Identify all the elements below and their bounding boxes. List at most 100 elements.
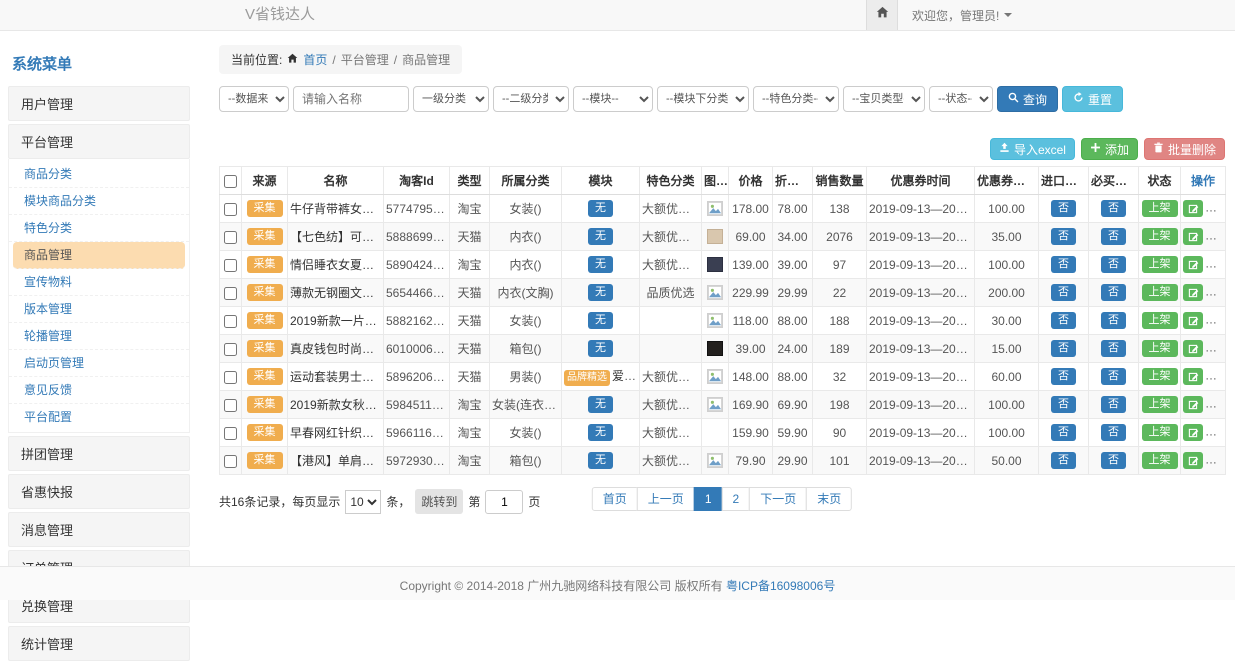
filter-item-type-select[interactable]: --宝贝类型-- (843, 86, 925, 112)
status-toggle[interactable]: 上架 (1142, 424, 1178, 441)
home-button[interactable] (866, 0, 898, 30)
import-choice-toggle[interactable]: 否 (1051, 200, 1076, 217)
must-buy-toggle[interactable]: 否 (1101, 284, 1126, 301)
status-toggle[interactable]: 上架 (1142, 284, 1178, 301)
status-toggle[interactable]: 上架 (1142, 368, 1178, 385)
import-choice-toggle[interactable]: 否 (1051, 396, 1076, 413)
edit-button[interactable] (1183, 424, 1203, 441)
row-checkbox[interactable] (224, 231, 237, 244)
row-checkbox[interactable] (224, 343, 237, 356)
row-checkbox[interactable] (224, 259, 237, 272)
import-choice-toggle[interactable]: 否 (1051, 312, 1076, 329)
status-toggle[interactable]: 上架 (1142, 396, 1178, 413)
sidebar-item-7[interactable]: 统计管理 (8, 626, 190, 661)
sidebar-item-2[interactable]: 拼团管理 (8, 436, 190, 471)
submenu-item-7[interactable]: 启动页管理 (9, 350, 189, 377)
filter-level1-select[interactable]: 一级分类 (413, 86, 489, 112)
row-checkbox[interactable] (224, 371, 237, 384)
import-choice-toggle[interactable]: 否 (1051, 452, 1076, 469)
sidebar-item-0[interactable]: 用户管理 (8, 86, 190, 121)
edit-button[interactable] (1183, 368, 1203, 385)
module-none-badge[interactable]: 无 (588, 312, 613, 329)
import-choice-toggle[interactable]: 否 (1051, 368, 1076, 385)
pager-item-5[interactable]: 末页 (806, 487, 852, 511)
import-choice-toggle[interactable]: 否 (1051, 284, 1076, 301)
status-toggle[interactable]: 上架 (1142, 452, 1178, 469)
import-choice-toggle[interactable]: 否 (1051, 424, 1076, 441)
submenu-item-9[interactable]: 平台配置 (9, 404, 189, 430)
add-button[interactable]: 添加 (1081, 138, 1138, 160)
edit-button[interactable] (1183, 228, 1203, 245)
module-none-badge[interactable]: 无 (588, 200, 613, 217)
module-none-badge[interactable]: 无 (588, 256, 613, 273)
must-buy-toggle[interactable]: 否 (1101, 368, 1126, 385)
icp-link[interactable]: 粤ICP备16098006号 (726, 579, 835, 593)
per-page-select[interactable]: 10 (345, 490, 381, 514)
must-buy-toggle[interactable]: 否 (1101, 452, 1126, 469)
breadcrumb-home-link[interactable]: 首页 (303, 51, 327, 68)
filter-data-source-select[interactable]: --数据来源-- (219, 86, 289, 112)
edit-button[interactable] (1183, 312, 1203, 329)
submenu-item-0[interactable]: 商品分类 (9, 161, 189, 188)
module-none-badge[interactable]: 无 (588, 396, 613, 413)
must-buy-toggle[interactable]: 否 (1101, 200, 1126, 217)
status-toggle[interactable]: 上架 (1142, 228, 1178, 245)
user-menu[interactable]: 欢迎您，管理员! (912, 7, 1012, 24)
filter-module-sub-select[interactable]: --模块下分类-- (657, 86, 749, 112)
filter-name-input[interactable] (293, 86, 409, 112)
edit-button[interactable] (1183, 452, 1203, 469)
filter-status-select[interactable]: --状态-- (929, 86, 993, 112)
pager-item-2[interactable]: 1 (694, 487, 723, 511)
module-none-badge[interactable]: 无 (588, 284, 613, 301)
must-buy-toggle[interactable]: 否 (1101, 424, 1126, 441)
status-toggle[interactable]: 上架 (1142, 340, 1178, 357)
submenu-item-8[interactable]: 意见反馈 (9, 377, 189, 404)
must-buy-toggle[interactable]: 否 (1101, 312, 1126, 329)
row-checkbox[interactable] (224, 427, 237, 440)
must-buy-toggle[interactable]: 否 (1101, 340, 1126, 357)
submenu-item-1[interactable]: 模块商品分类 (9, 188, 189, 215)
batch-delete-button[interactable]: 批量删除 (1144, 138, 1225, 160)
row-checkbox[interactable] (224, 455, 237, 468)
module-none-badge[interactable]: 无 (588, 424, 613, 441)
row-checkbox[interactable] (224, 203, 237, 216)
submenu-item-4[interactable]: 宣传物料 (9, 269, 189, 296)
row-checkbox[interactable] (224, 315, 237, 328)
submenu-item-5[interactable]: 版本管理 (9, 296, 189, 323)
import-choice-toggle[interactable]: 否 (1051, 256, 1076, 273)
row-checkbox[interactable] (224, 287, 237, 300)
edit-button[interactable] (1183, 200, 1203, 217)
must-buy-toggle[interactable]: 否 (1101, 228, 1126, 245)
select-all-checkbox[interactable] (224, 175, 237, 188)
import-choice-toggle[interactable]: 否 (1051, 228, 1076, 245)
reset-button[interactable]: 重置 (1062, 86, 1123, 112)
module-none-badge[interactable]: 无 (588, 228, 613, 245)
submenu-item-2[interactable]: 特色分类 (9, 215, 189, 242)
search-button[interactable]: 查询 (997, 86, 1058, 112)
pager-item-0[interactable]: 首页 (592, 487, 638, 511)
jump-button[interactable]: 跳转到 (415, 489, 463, 514)
submenu-item-3[interactable]: 商品管理 (13, 242, 185, 269)
submenu-item-6[interactable]: 轮播管理 (9, 323, 189, 350)
must-buy-toggle[interactable]: 否 (1101, 256, 1126, 273)
filter-module-select[interactable]: --模块-- (573, 86, 653, 112)
pager-item-1[interactable]: 上一页 (637, 487, 695, 511)
pager-item-3[interactable]: 2 (722, 487, 751, 511)
status-toggle[interactable]: 上架 (1142, 200, 1178, 217)
module-none-badge[interactable]: 无 (588, 340, 613, 357)
edit-button[interactable] (1183, 256, 1203, 273)
sidebar-item-1[interactable]: 平台管理 (8, 124, 190, 159)
sidebar-item-3[interactable]: 省惠快报 (8, 474, 190, 509)
status-toggle[interactable]: 上架 (1142, 312, 1178, 329)
edit-button[interactable] (1183, 340, 1203, 357)
sidebar-item-4[interactable]: 消息管理 (8, 512, 190, 547)
status-toggle[interactable]: 上架 (1142, 256, 1178, 273)
filter-feature-select[interactable]: --特色分类-- (753, 86, 839, 112)
edit-button[interactable] (1183, 284, 1203, 301)
must-buy-toggle[interactable]: 否 (1101, 396, 1126, 413)
page-number-input[interactable] (485, 490, 523, 514)
module-none-badge[interactable]: 无 (588, 452, 613, 469)
import-choice-toggle[interactable]: 否 (1051, 340, 1076, 357)
edit-button[interactable] (1183, 396, 1203, 413)
filter-level2-select[interactable]: --二级分类-- (493, 86, 569, 112)
